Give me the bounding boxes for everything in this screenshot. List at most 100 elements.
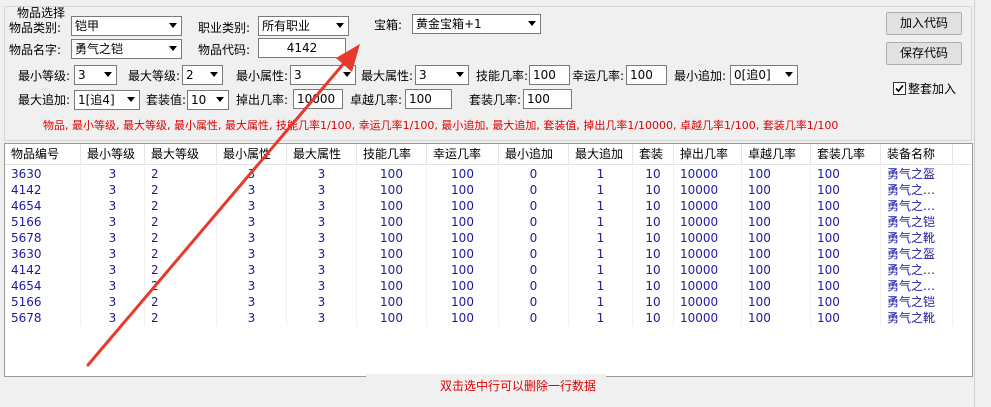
column-header[interactable]: 最小追加 bbox=[499, 144, 569, 165]
min-add-value: 0[追0] bbox=[734, 68, 771, 82]
column-header[interactable]: 最小属性 bbox=[217, 144, 287, 165]
table-cell: 勇气之盔 bbox=[881, 166, 953, 182]
item-table[interactable]: 物品编号 最小等级 最大等级 最小属性 最大属性 技能几率 幸运几率 最小追加 最大追加 套装 掉出… bbox=[4, 143, 973, 377]
column-header[interactable]: 技能几率 bbox=[357, 144, 427, 165]
format-hint: 物品, 最小等级, 最大等级, 最小属性, 最大属性, 技能几率1/100, 幸… bbox=[43, 119, 839, 132]
table-cell: 100 bbox=[427, 166, 499, 182]
max-add-label: 最大追加: bbox=[18, 93, 71, 107]
table-row[interactable]: 5166 3 2 3 3 100 100 0 1 10 10000 100 100 勇气之铠 bbox=[5, 294, 972, 310]
table-cell: 勇气之… bbox=[881, 278, 953, 294]
name-label: 物品名字: bbox=[9, 43, 62, 57]
chevron-down-icon bbox=[100, 66, 116, 84]
chevron-down-icon bbox=[452, 66, 468, 84]
category-select[interactable]: 铠甲 bbox=[71, 16, 182, 36]
table-cell: 10 bbox=[633, 214, 674, 230]
table-cell: 10 bbox=[633, 246, 674, 262]
table-row[interactable]: 5678 3 2 3 3 100 100 0 1 10 10000 100 100 勇气之靴 bbox=[5, 310, 972, 326]
column-header[interactable]: 装备名称 bbox=[881, 144, 953, 165]
min-add-select[interactable]: 0[追0] bbox=[730, 65, 798, 85]
add-code-button[interactable]: 加入代码 bbox=[886, 12, 962, 35]
table-cell: 5166 bbox=[5, 294, 81, 310]
column-header[interactable]: 套装几率 bbox=[811, 144, 881, 165]
table-cell: 3 bbox=[217, 246, 287, 262]
column-header[interactable]: 幸运几率 bbox=[427, 144, 499, 165]
drop-rate-input[interactable]: 10000 bbox=[293, 89, 343, 109]
table-cell: 勇气之铠 bbox=[881, 214, 953, 230]
luck-rate-input[interactable]: 100 bbox=[626, 65, 667, 85]
name-select-value: 勇气之铠 bbox=[75, 42, 124, 56]
table-cell: 1 bbox=[569, 166, 633, 182]
column-header[interactable]: 最大等级 bbox=[145, 144, 217, 165]
table-row[interactable]: 5678 3 2 3 3 100 100 0 1 10 10000 100 100 勇气之靴 bbox=[5, 230, 972, 246]
table-cell: 100 bbox=[811, 230, 881, 246]
max-level-label: 最大等级: bbox=[128, 69, 181, 83]
table-cell: 3 bbox=[81, 262, 145, 278]
table-cell: 100 bbox=[742, 182, 811, 198]
table-cell: 3 bbox=[217, 182, 287, 198]
table-cell: 100 bbox=[742, 310, 811, 326]
chest-label: 宝箱: bbox=[374, 18, 403, 32]
table-cell: 3 bbox=[217, 166, 287, 182]
table-row[interactable]: 3630 3 2 3 3 100 100 0 1 10 10000 100 100 勇气之盔 bbox=[5, 246, 972, 262]
table-cell: 1 bbox=[569, 182, 633, 198]
skill-rate-input[interactable]: 100 bbox=[529, 65, 570, 85]
table-cell: 3 bbox=[287, 262, 357, 278]
table-row[interactable]: 4654 3 2 3 3 100 100 0 1 10 10000 100 100 勇气之… bbox=[5, 198, 972, 214]
column-header[interactable]: 套装 bbox=[633, 144, 674, 165]
min-level-select[interactable]: 3 bbox=[74, 65, 117, 85]
footer-hint: 双击选中行可以删除一行数据 bbox=[440, 379, 597, 393]
table-cell: 100 bbox=[357, 182, 427, 198]
table-cell: 3 bbox=[287, 182, 357, 198]
chevron-down-icon bbox=[212, 91, 228, 109]
table-cell: 10000 bbox=[674, 278, 742, 294]
table-cell: 10 bbox=[633, 310, 674, 326]
set-add-checkbox[interactable] bbox=[893, 82, 906, 95]
code-input[interactable]: 4142 bbox=[258, 38, 346, 58]
min-level-label: 最小等级: bbox=[18, 69, 71, 83]
luck-rate-label: 幸运几率: bbox=[572, 69, 625, 83]
table-cell: 0 bbox=[499, 262, 569, 278]
table-row[interactable]: 3630 3 2 3 3 100 100 0 1 10 10000 100 100 勇气之盔 bbox=[5, 166, 972, 182]
table-row[interactable]: 5166 3 2 3 3 100 100 0 1 10 10000 100 100 勇气之铠 bbox=[5, 214, 972, 230]
table-cell: 2 bbox=[145, 198, 217, 214]
table-row[interactable]: 4142 3 2 3 3 100 100 0 1 10 10000 100 100 勇气之… bbox=[5, 262, 972, 278]
job-select[interactable]: 所有职业 bbox=[258, 16, 349, 36]
table-cell: 2 bbox=[145, 182, 217, 198]
table-row[interactable]: 4142 3 2 3 3 100 100 0 1 10 10000 100 100 勇气之… bbox=[5, 182, 972, 198]
max-level-select[interactable]: 2 bbox=[182, 65, 223, 85]
set-rate-input[interactable]: 100 bbox=[523, 89, 572, 109]
column-header[interactable]: 卓越几率 bbox=[742, 144, 811, 165]
column-header[interactable]: 最小等级 bbox=[81, 144, 145, 165]
table-cell: 100 bbox=[742, 294, 811, 310]
table-cell: 勇气之靴 bbox=[881, 230, 953, 246]
table-row[interactable]: 4654 3 2 3 3 100 100 0 1 10 10000 100 100 勇气之… bbox=[5, 278, 972, 294]
category-select-value: 铠甲 bbox=[75, 19, 100, 33]
column-header[interactable]: 掉出几率 bbox=[674, 144, 742, 165]
table-cell: 3 bbox=[81, 214, 145, 230]
table-cell: 0 bbox=[499, 246, 569, 262]
column-header[interactable]: 物品编号 bbox=[5, 144, 81, 165]
min-add-label: 最小追加: bbox=[674, 69, 727, 83]
table-cell: 100 bbox=[357, 214, 427, 230]
min-attr-select[interactable]: 3 bbox=[290, 65, 356, 85]
table-cell: 1 bbox=[569, 294, 633, 310]
table-cell: 100 bbox=[427, 198, 499, 214]
name-select[interactable]: 勇气之铠 bbox=[71, 39, 182, 59]
max-attr-select[interactable]: 3 bbox=[415, 65, 469, 85]
table-cell: 3 bbox=[287, 166, 357, 182]
table-cell: 3630 bbox=[5, 166, 81, 182]
column-header[interactable]: 最大属性 bbox=[287, 144, 357, 165]
column-header[interactable]: 最大追加 bbox=[569, 144, 633, 165]
table-cell: 100 bbox=[357, 198, 427, 214]
table-cell: 100 bbox=[811, 294, 881, 310]
table-cell: 3 bbox=[217, 262, 287, 278]
max-attr-value: 3 bbox=[419, 68, 427, 82]
table-cell: 3 bbox=[81, 278, 145, 294]
set-value-select[interactable]: 10 bbox=[187, 90, 229, 110]
table-cell: 勇气之… bbox=[881, 182, 953, 198]
table-cell: 3 bbox=[287, 294, 357, 310]
save-code-button[interactable]: 保存代码 bbox=[886, 42, 962, 65]
max-add-select[interactable]: 1[追4] bbox=[74, 90, 140, 110]
excellent-rate-input[interactable]: 100 bbox=[405, 89, 452, 109]
chest-select[interactable]: 黄金宝箱+1 bbox=[412, 14, 541, 34]
